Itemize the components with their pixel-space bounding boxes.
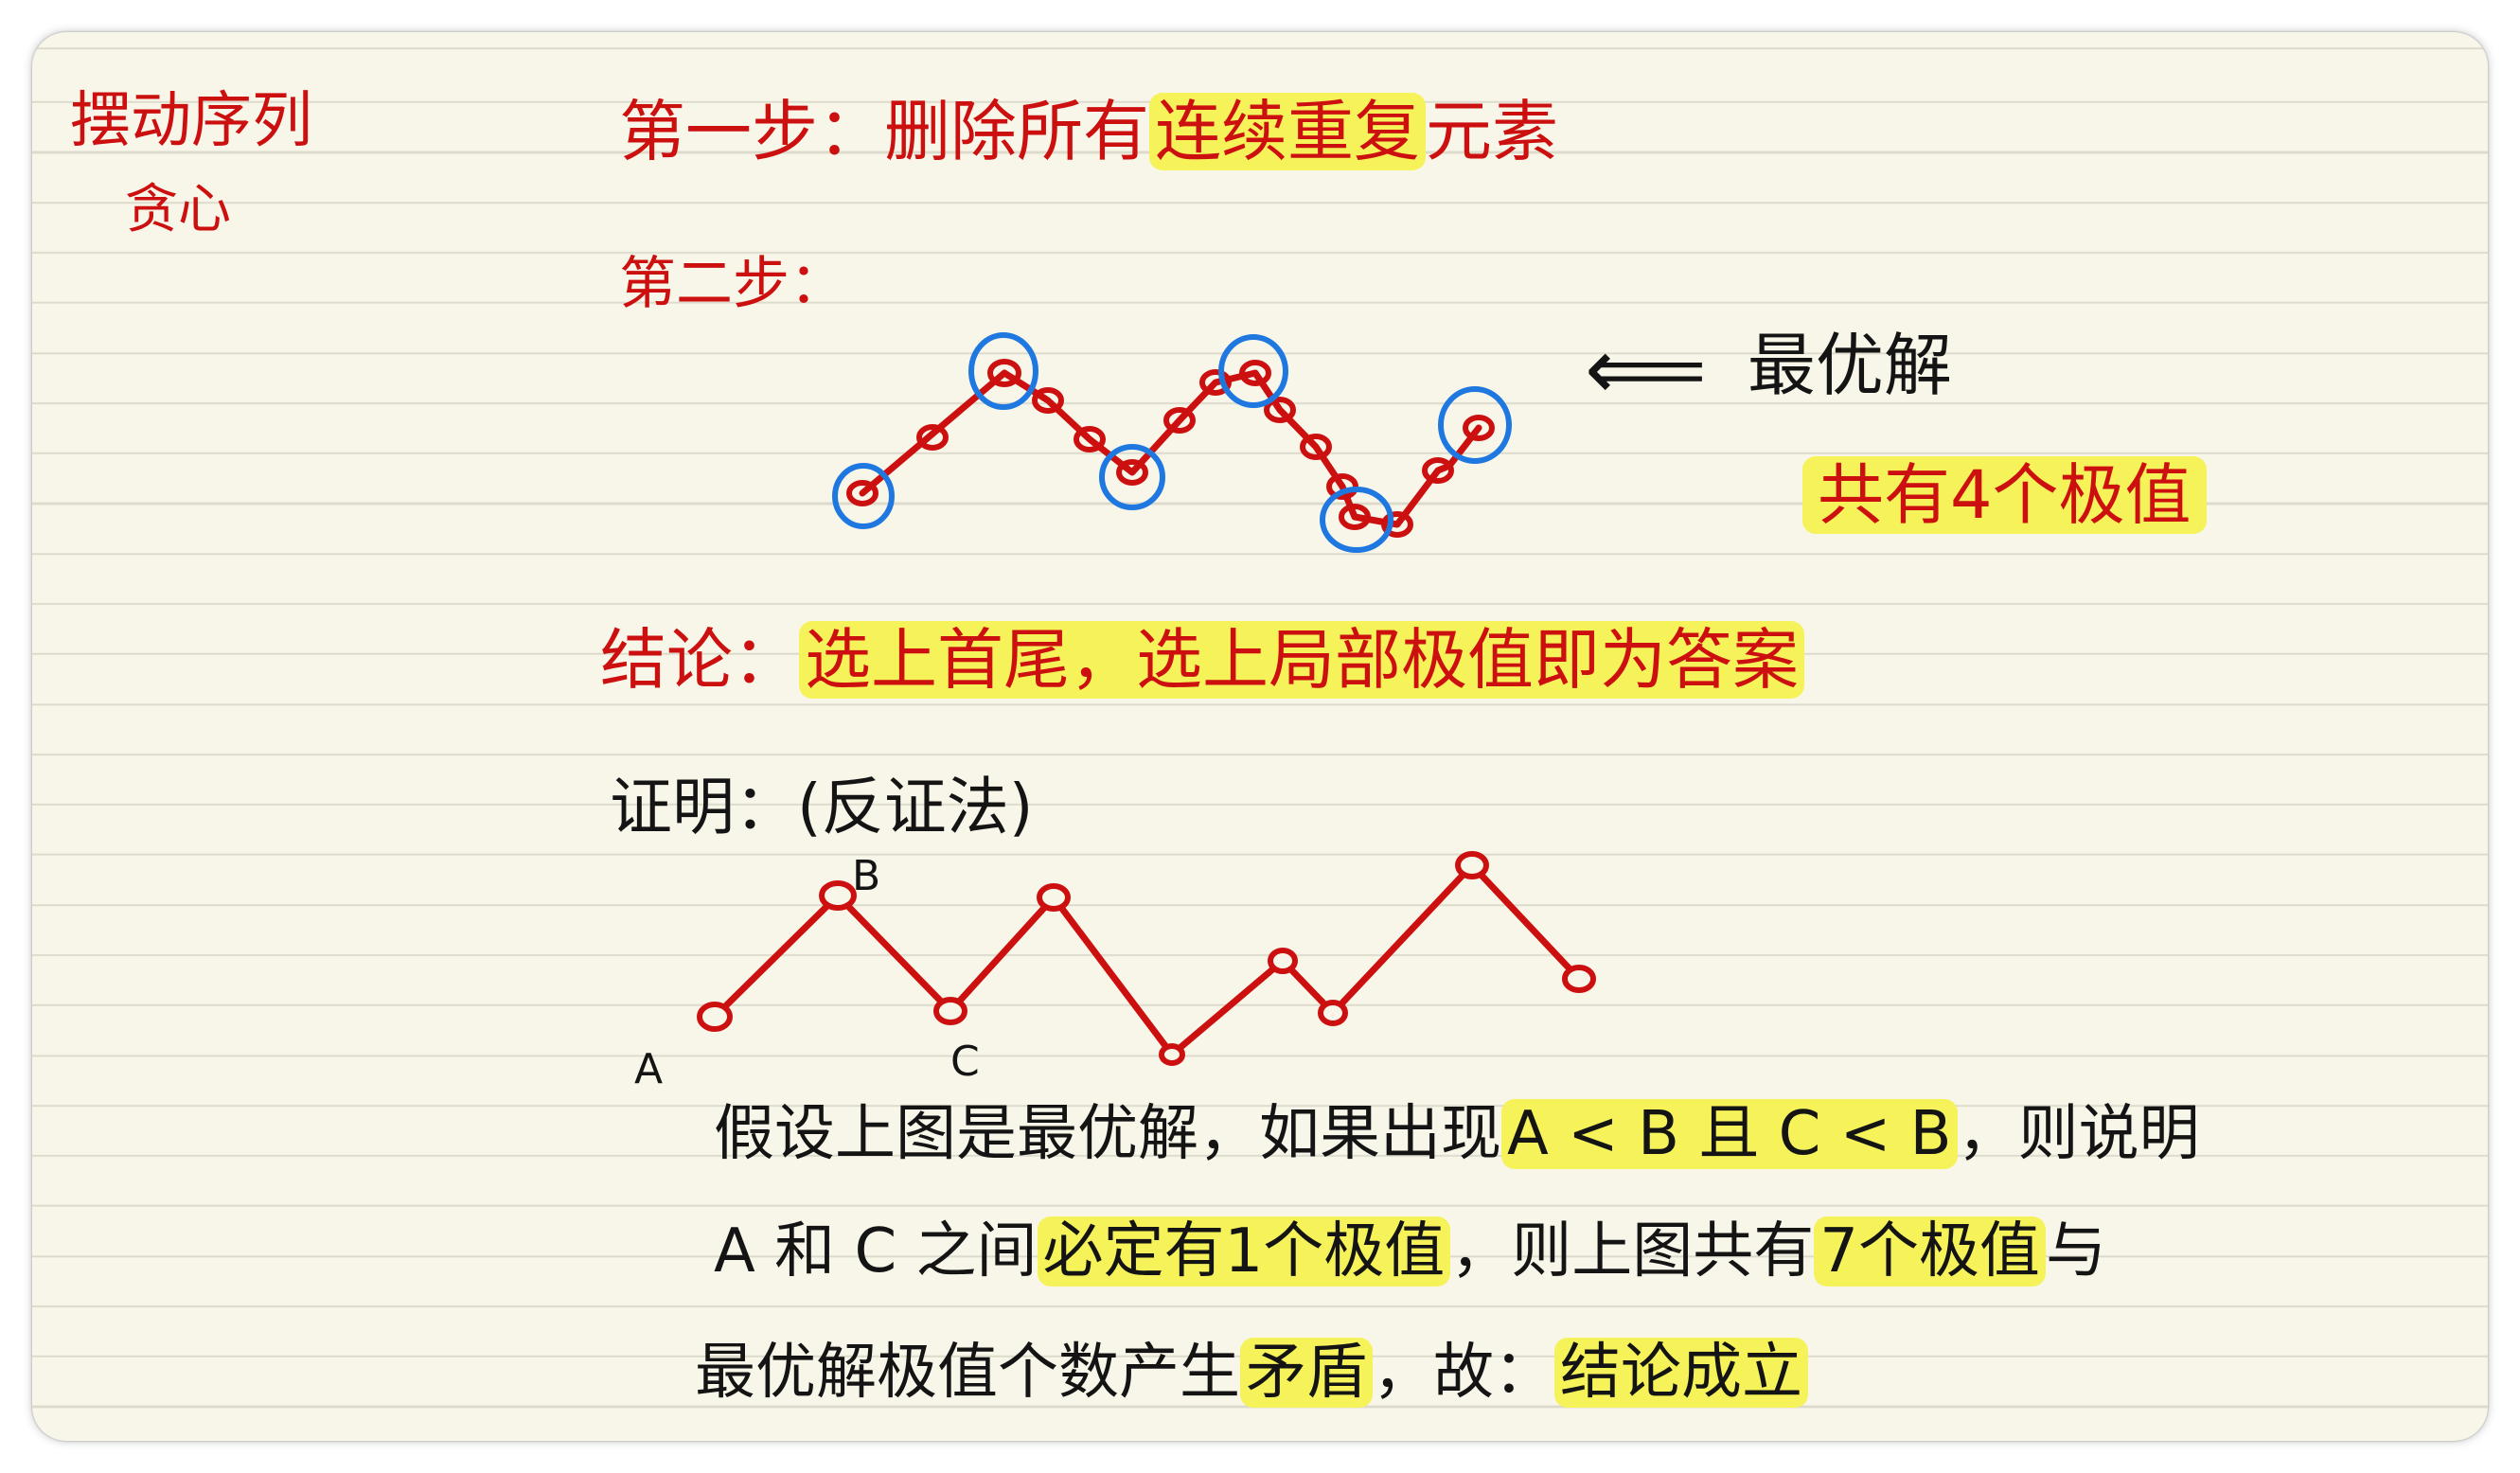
point-a bbox=[697, 1002, 733, 1032]
point bbox=[1037, 883, 1071, 912]
label-b: B bbox=[852, 852, 880, 900]
point-c bbox=[933, 997, 967, 1025]
point-b bbox=[819, 880, 857, 911]
point bbox=[1455, 851, 1489, 879]
point bbox=[1318, 1000, 1348, 1026]
point bbox=[1268, 948, 1298, 974]
point bbox=[1562, 965, 1596, 993]
label-a: A bbox=[634, 1045, 663, 1093]
wiggle-sequence-diagram bbox=[832, 332, 1512, 553]
extreme-node bbox=[1099, 444, 1165, 510]
notebook-page: 摆动序列 贪心 第一步：删除所有连续重复元素 第二步： ⟸ 最优解 共有4个极值… bbox=[32, 32, 2488, 1441]
label-c: C bbox=[950, 1038, 980, 1086]
point bbox=[1159, 1043, 1185, 1066]
extreme-node bbox=[1438, 386, 1512, 464]
sketch-layer: A B C bbox=[634, 332, 1596, 1093]
proof-diagram: A B C bbox=[634, 851, 1596, 1093]
